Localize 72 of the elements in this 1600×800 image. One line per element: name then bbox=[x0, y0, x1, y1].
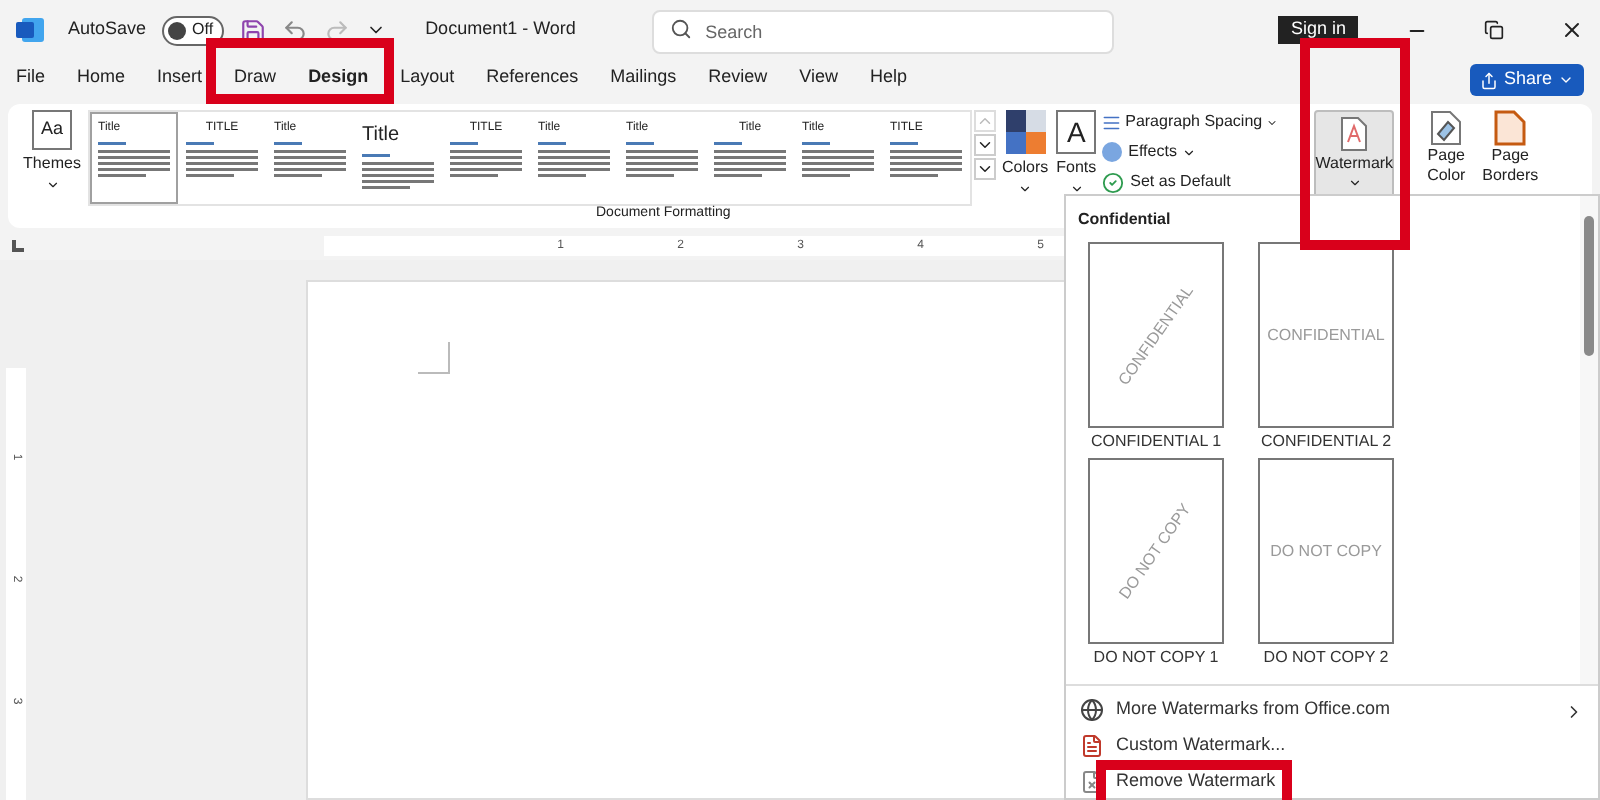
menu-item[interactable]: Custom Watermark... bbox=[1066, 726, 1598, 762]
ribbon-tab[interactable]: Help bbox=[870, 62, 908, 98]
ribbon-tab[interactable]: Insert bbox=[157, 62, 203, 98]
caret-icon bbox=[1347, 176, 1362, 190]
themes-button[interactable]: Aa Themes bbox=[24, 110, 80, 192]
ribbon-tab[interactable]: Layout bbox=[400, 62, 455, 98]
ribbon-tab[interactable]: Draw bbox=[234, 62, 277, 98]
caret-icon bbox=[1558, 72, 1574, 88]
page-borders-button[interactable]: Page Borders bbox=[1478, 110, 1543, 186]
window-title: Document1 - Word bbox=[425, 16, 578, 43]
ribbon-tab[interactable]: File bbox=[16, 62, 46, 98]
text-lines-drawing bbox=[450, 142, 522, 178]
watermark-label: DO NOT COPY 1 bbox=[1093, 646, 1219, 670]
themes-icon: Aa bbox=[32, 110, 72, 150]
undo-icon[interactable] bbox=[281, 17, 308, 43]
watermark-label: DO NOT COPY 2 bbox=[1263, 646, 1389, 670]
scrollbar[interactable] bbox=[1580, 196, 1598, 684]
save-icon[interactable] bbox=[239, 17, 266, 43]
fonts-button[interactable]: A Fonts bbox=[1056, 110, 1097, 196]
fonts-icon: A bbox=[1056, 110, 1097, 154]
caret-icon bbox=[1182, 145, 1197, 159]
share-icon bbox=[1479, 71, 1498, 89]
caret-icon bbox=[45, 178, 59, 192]
search-field[interactable]: Search bbox=[651, 10, 1114, 54]
watermark-label: CONFIDENTIAL 1 bbox=[1090, 430, 1222, 454]
document-icon bbox=[1080, 734, 1104, 758]
expand-gallery-icon[interactable] bbox=[974, 158, 996, 180]
scroll-down-icon[interactable] bbox=[974, 134, 996, 156]
caret-icon bbox=[1069, 182, 1084, 196]
page-border-icon bbox=[1494, 110, 1527, 146]
watermark-icon bbox=[1340, 116, 1369, 152]
restore-icon[interactable] bbox=[1484, 20, 1504, 40]
caret-icon bbox=[1266, 115, 1279, 129]
text-lines-drawing bbox=[714, 142, 786, 178]
text-lines-drawing bbox=[274, 142, 346, 178]
autosave-toggle[interactable]: Off bbox=[162, 15, 224, 45]
ribbon-tab[interactable]: View bbox=[799, 62, 839, 98]
close-icon[interactable] bbox=[1560, 18, 1584, 42]
text-lines-drawing bbox=[538, 142, 610, 178]
text-lines-drawing bbox=[186, 142, 258, 178]
text-lines-drawing bbox=[98, 142, 170, 178]
autosave-label: AutoSave bbox=[68, 16, 147, 43]
colors-button[interactable]: Colors bbox=[1002, 110, 1049, 196]
ribbon-tab[interactable]: Design bbox=[308, 62, 369, 98]
caret-icon bbox=[1018, 182, 1033, 196]
app-logo-icon bbox=[16, 16, 44, 44]
page-paint-icon bbox=[1430, 110, 1463, 146]
text-lines-drawing bbox=[890, 142, 962, 178]
redo-icon[interactable] bbox=[323, 17, 350, 43]
ribbon-tab[interactable]: References bbox=[486, 62, 579, 98]
text-lines-drawing bbox=[362, 154, 434, 190]
ribbon-tab[interactable]: Home bbox=[77, 62, 126, 98]
effects-button[interactable]: Effects bbox=[1102, 140, 1279, 164]
effects-icon bbox=[1102, 142, 1123, 162]
globe-icon bbox=[1080, 698, 1104, 722]
search-icon bbox=[669, 18, 692, 40]
set-as-default-button[interactable]: Set as Default bbox=[1102, 170, 1279, 194]
menu-item[interactable]: More Watermarks from Office.com bbox=[1066, 690, 1598, 726]
section-heading: Confidential bbox=[1078, 208, 1173, 232]
paragraph-spacing-button[interactable]: Paragraph Spacing bbox=[1102, 110, 1279, 134]
paragraph-spacing-icon bbox=[1102, 111, 1122, 133]
ribbon-tab[interactable]: Review bbox=[708, 62, 768, 98]
watermark-label: CONFIDENTIAL 2 bbox=[1260, 430, 1392, 454]
check-icon bbox=[1102, 171, 1125, 193]
menu-item[interactable]: Remove Watermark bbox=[1066, 762, 1598, 798]
page-color-button[interactable]: Page Color bbox=[1418, 110, 1475, 186]
tab-stop-icon[interactable] bbox=[12, 240, 24, 252]
text-lines-drawing bbox=[626, 142, 698, 178]
share-button[interactable]: Share bbox=[1469, 64, 1584, 96]
ribbon-tab[interactable]: Mailings bbox=[610, 62, 677, 98]
color-palette-icon bbox=[1005, 110, 1046, 154]
text-lines-drawing bbox=[802, 142, 874, 178]
